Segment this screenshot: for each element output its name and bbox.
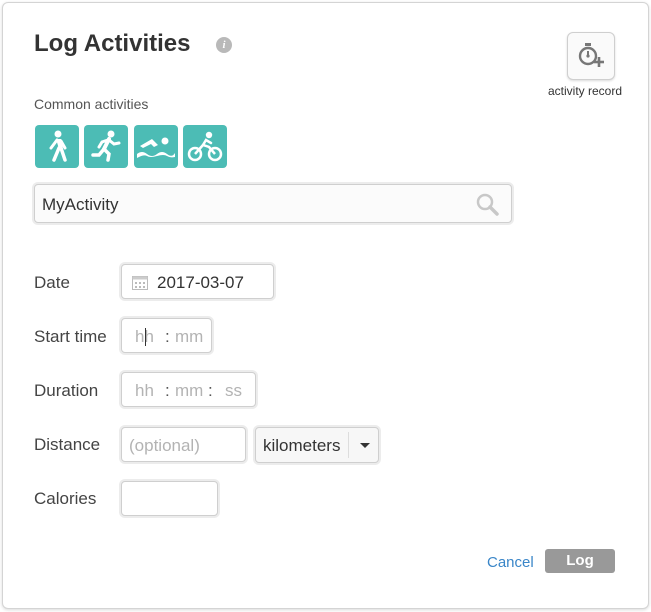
stopwatch-plus-icon [578, 43, 604, 67]
distance-unit-value: kilometers [263, 436, 341, 455]
chevron-down-icon[interactable] [360, 443, 370, 448]
start-time-separator: : [165, 327, 170, 346]
distance-placeholder: (optional) [129, 436, 200, 455]
date-field[interactable]: 2017-03-07 [121, 264, 274, 299]
walking-button[interactable] [35, 125, 79, 168]
info-icon[interactable]: i [216, 37, 232, 53]
activity-search-input[interactable]: MyActivity [34, 184, 512, 223]
text-caret [145, 328, 146, 346]
distance-input[interactable]: (optional) [121, 427, 246, 462]
duration-ss[interactable]: ss [225, 381, 242, 401]
search-value: MyActivity [42, 195, 119, 214]
select-divider [348, 432, 349, 458]
duration-field[interactable]: hh : mm : ss [121, 372, 256, 407]
cycling-icon [187, 131, 223, 162]
calories-label: Calories [34, 489, 97, 508]
swimming-icon [137, 137, 175, 158]
running-button[interactable] [84, 125, 128, 168]
common-activities-label: Common activities [34, 96, 149, 112]
start-time-label: Start time [34, 327, 107, 346]
duration-label: Duration [34, 381, 99, 400]
swimming-button[interactable] [134, 125, 178, 168]
date-value: 2017-03-07 [157, 273, 244, 292]
activity-record-label[interactable]: activity record [548, 84, 638, 98]
distance-label: Distance [34, 435, 101, 454]
duration-hh[interactable]: hh [135, 381, 154, 401]
page-title: Log Activities [34, 30, 191, 57]
duration-separator-2: : [208, 381, 213, 400]
duration-mm[interactable]: mm [175, 381, 203, 401]
cycling-button[interactable] [183, 125, 227, 168]
start-time-field[interactable]: hh : mm [121, 318, 212, 353]
cancel-button[interactable]: Cancel [487, 554, 534, 571]
running-icon [91, 130, 121, 162]
duration-separator-1: : [165, 381, 170, 400]
start-time-mm[interactable]: mm [175, 327, 203, 347]
distance-unit-select[interactable]: kilometers [255, 427, 379, 463]
search-icon[interactable] [475, 192, 499, 216]
calories-input[interactable] [121, 481, 218, 516]
calendar-icon [132, 276, 148, 290]
log-button[interactable]: Log [545, 549, 615, 573]
date-label: Date [34, 273, 70, 292]
activity-record-button[interactable] [567, 32, 615, 80]
walking-icon [49, 130, 67, 162]
